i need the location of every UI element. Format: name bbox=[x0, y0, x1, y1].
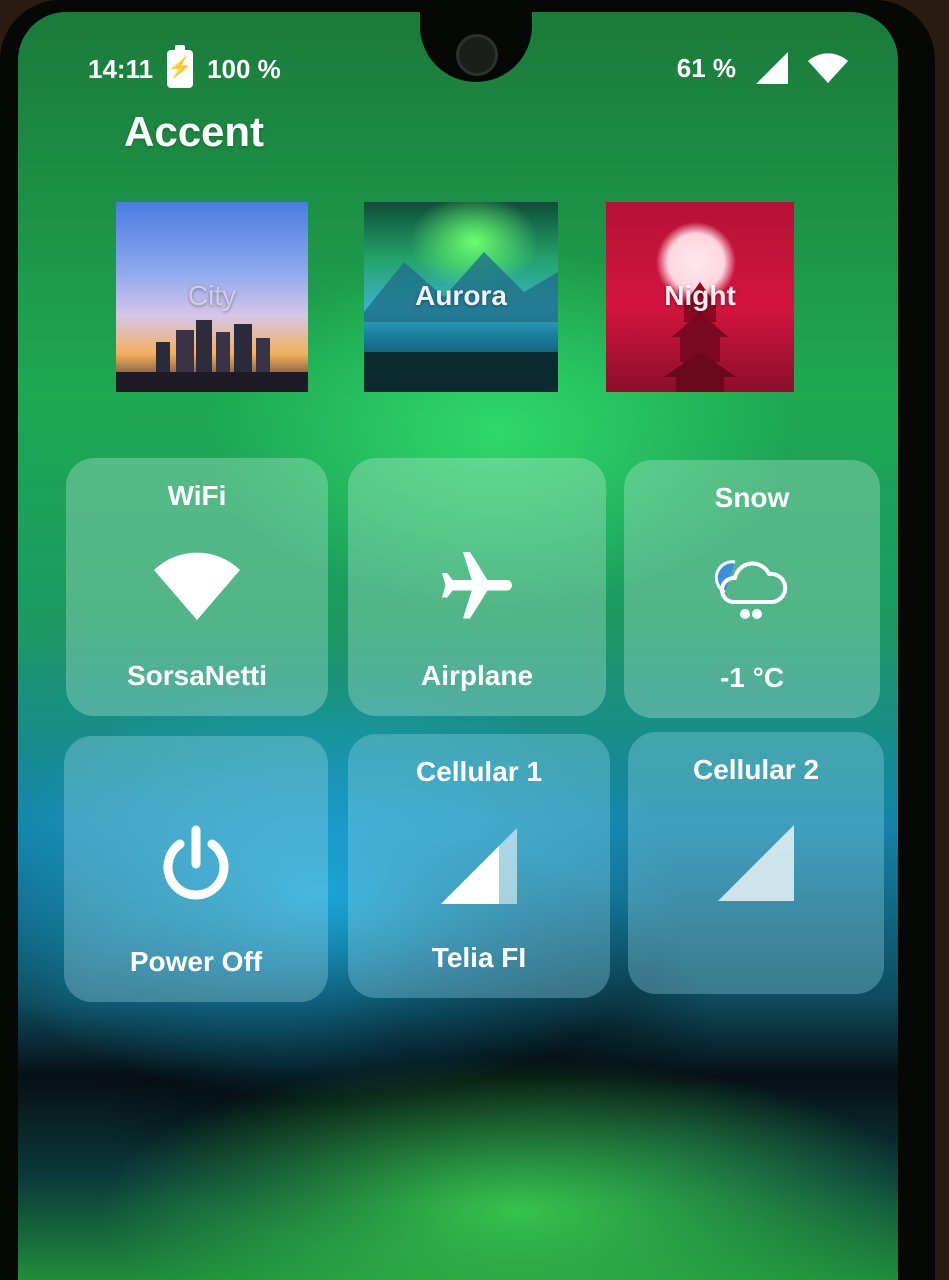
weather-temperature: -1 °C bbox=[719, 662, 785, 693]
status-bar-right: 61 % bbox=[677, 50, 848, 86]
battery-charging-icon: ⚡ bbox=[167, 45, 194, 88]
battery-percent: 100 % bbox=[207, 53, 281, 84]
airplane-tile-label: Airplane bbox=[420, 660, 534, 691]
theme-aurora-label: Aurora bbox=[415, 280, 507, 311]
power-off-tile[interactable]: Power Off bbox=[64, 736, 328, 1002]
cell-signal-icon bbox=[441, 828, 517, 904]
theme-night-label: Night bbox=[664, 280, 736, 311]
signal-percent: 61 % bbox=[676, 52, 736, 83]
cellular-2-tile[interactable]: Cellular 2 bbox=[628, 732, 884, 994]
power-icon bbox=[163, 825, 229, 900]
home-screen: 14:11 ⚡ 100 % 61 % Accent City Aurora Ni… bbox=[18, 12, 898, 1280]
cell-signal-icon bbox=[718, 825, 794, 901]
wifi-tile[interactable]: WiFi SorsaNetti bbox=[66, 458, 328, 716]
power-off-label: Power Off bbox=[129, 946, 263, 977]
theme-city-label: City bbox=[187, 280, 237, 311]
theme-aurora[interactable]: Aurora bbox=[364, 202, 558, 392]
cellular-2-title: Cellular 2 bbox=[692, 754, 820, 785]
wifi-tile-network: SorsaNetti bbox=[126, 660, 268, 691]
weather-tile[interactable]: Snow -1 °C bbox=[624, 460, 880, 718]
front-camera bbox=[456, 34, 498, 76]
airplane-tile[interactable]: Airplane bbox=[348, 458, 606, 716]
signal-icon bbox=[756, 52, 788, 84]
wifi-icon bbox=[154, 552, 240, 620]
cellular-1-carrier: Telia FI bbox=[431, 942, 527, 973]
status-time: 14:11 bbox=[88, 53, 154, 84]
status-bar-left: 14:11 ⚡ 100 % bbox=[88, 45, 281, 88]
phone-frame: 14:11 ⚡ 100 % 61 % Accent City Aurora Ni… bbox=[0, 0, 935, 1280]
theme-night[interactable]: Night bbox=[606, 202, 794, 392]
page-title: Accent bbox=[124, 108, 265, 155]
theme-city[interactable]: City bbox=[116, 202, 308, 392]
cellular-1-tile[interactable]: Cellular 1 Telia FI bbox=[348, 734, 610, 998]
wifi-status-icon bbox=[808, 53, 848, 83]
wifi-tile-title: WiFi bbox=[167, 480, 227, 511]
cellular-1-title: Cellular 1 bbox=[415, 756, 543, 787]
airplane-icon bbox=[442, 552, 512, 619]
weather-condition: Snow bbox=[714, 482, 790, 513]
snow-cloud-icon bbox=[715, 560, 788, 619]
